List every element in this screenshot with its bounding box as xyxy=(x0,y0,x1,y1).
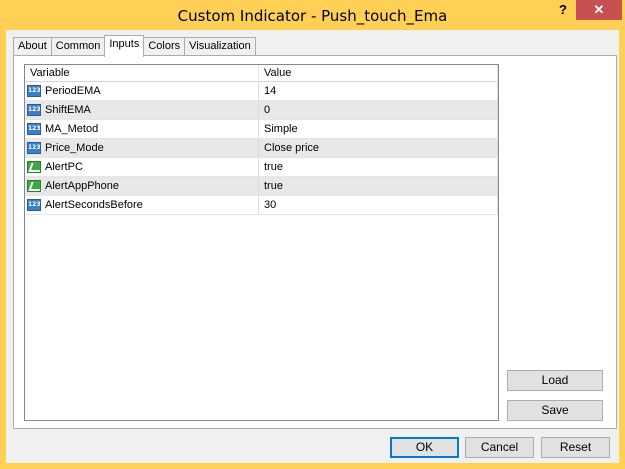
value-cell[interactable]: 0 xyxy=(259,101,498,119)
value-cell[interactable]: true xyxy=(259,177,498,195)
number-icon: 123 xyxy=(27,104,41,116)
custom-indicator-dialog: Custom Indicator - Push_touch_Ema ? ✕ Ab… xyxy=(0,0,625,469)
tab-common[interactable]: Common xyxy=(50,37,106,56)
tab-about[interactable]: About xyxy=(13,37,52,56)
variable-cell: 123 MA_Metod xyxy=(25,120,259,138)
input-row-price-mode[interactable]: 123 Price_Mode Close price xyxy=(25,139,498,158)
input-row-periodema[interactable]: 123 PeriodEMA 14 xyxy=(25,82,498,101)
variable-cell: AlertPC xyxy=(25,158,259,176)
value-cell[interactable]: Simple xyxy=(259,120,498,138)
close-button[interactable]: ✕ xyxy=(576,0,622,20)
variable-name: AlertSecondsBefore xyxy=(45,199,143,211)
variable-name: AlertAppPhone xyxy=(45,180,119,192)
column-header-value[interactable]: Value xyxy=(259,65,498,82)
variable-name: PeriodEMA xyxy=(45,85,101,97)
variable-cell: 123 ShiftEMA xyxy=(25,101,259,119)
ok-button[interactable]: OK xyxy=(390,437,459,458)
cancel-button[interactable]: Cancel xyxy=(465,437,534,458)
value-cell[interactable]: 30 xyxy=(259,196,498,214)
help-button[interactable]: ? xyxy=(550,0,576,20)
input-row-ma-metod[interactable]: 123 MA_Metod Simple xyxy=(25,120,498,139)
variable-cell: AlertAppPhone xyxy=(25,177,259,195)
input-row-alertappphone[interactable]: AlertAppPhone true xyxy=(25,177,498,196)
tab-visualization[interactable]: Visualization xyxy=(184,37,256,56)
variable-name: ShiftEMA xyxy=(45,104,91,116)
tab-colors[interactable]: Colors xyxy=(143,37,186,56)
boolean-icon xyxy=(27,161,41,173)
reset-button[interactable]: Reset xyxy=(541,437,610,458)
number-icon: 123 xyxy=(27,199,41,211)
number-icon: 123 xyxy=(27,142,41,154)
window-border-right xyxy=(619,30,625,469)
input-row-alertpc[interactable]: AlertPC true xyxy=(25,158,498,177)
load-button[interactable]: Load xyxy=(507,370,603,391)
number-icon: 123 xyxy=(27,123,41,135)
number-icon: 123 xyxy=(27,85,41,97)
column-header-variable[interactable]: Variable xyxy=(25,65,259,82)
value-cell[interactable]: true xyxy=(259,158,498,176)
window-border-left xyxy=(0,30,6,469)
variable-name: AlertPC xyxy=(45,161,83,173)
window-title: Custom Indicator - Push_touch_Ema xyxy=(177,7,448,25)
inputs-grid[interactable]: Variable Value 123 PeriodEMA 14 123 Shif… xyxy=(24,64,499,421)
value-cell[interactable]: 14 xyxy=(259,82,498,100)
value-cell[interactable]: Close price xyxy=(259,139,498,157)
boolean-icon xyxy=(27,180,41,192)
variable-name: MA_Metod xyxy=(45,123,99,135)
input-row-alertsecondsbefore[interactable]: 123 AlertSecondsBefore 30 xyxy=(25,196,498,215)
variable-name: Price_Mode xyxy=(45,142,104,154)
input-row-shiftema[interactable]: 123 ShiftEMA 0 xyxy=(25,101,498,120)
inputs-panel: Variable Value 123 PeriodEMA 14 123 Shif… xyxy=(13,55,617,429)
tab-strip: About Common Inputs Colors Visualization xyxy=(13,35,256,57)
window-border-bottom xyxy=(0,463,625,469)
variable-cell: 123 AlertSecondsBefore xyxy=(25,196,259,214)
tab-inputs[interactable]: Inputs xyxy=(104,35,145,57)
variable-cell: 123 Price_Mode xyxy=(25,139,259,157)
variable-cell: 123 PeriodEMA xyxy=(25,82,259,100)
save-button[interactable]: Save xyxy=(507,400,603,421)
title-bar[interactable]: Custom Indicator - Push_touch_Ema ? ✕ xyxy=(0,0,625,30)
grid-header: Variable Value xyxy=(25,65,498,82)
